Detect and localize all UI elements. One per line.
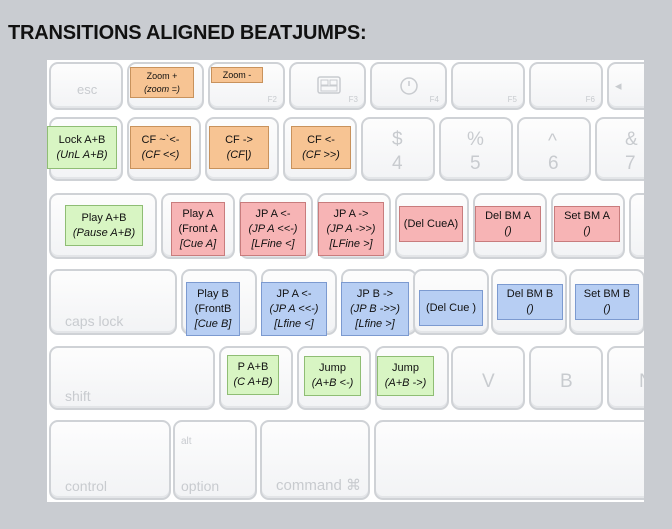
key-label: V — [482, 371, 495, 392]
key-label: ^ — [548, 131, 557, 152]
key-label: N — [639, 371, 644, 393]
jump-fwd-label: Jump (A+B ->) — [377, 356, 434, 396]
key-label: F5 — [507, 95, 517, 104]
key-6[interactable]: ^ 6 — [517, 117, 591, 181]
key-command[interactable]: command ⌘ — [260, 420, 370, 500]
key-f5[interactable]: F5 — [451, 62, 525, 110]
key-v[interactable]: V — [451, 346, 525, 410]
key-4[interactable]: $ 4 — [361, 117, 435, 181]
key-b[interactable]: B — [529, 346, 603, 410]
key-7[interactable]: & 7 — [595, 117, 644, 181]
key-label: $ — [392, 129, 403, 150]
key-esc[interactable]: esc — [49, 62, 123, 110]
key-label: B — [560, 371, 573, 392]
page-title: TRANSITIONS ALIGNED BEATJUMPS: — [8, 22, 367, 44]
key-f3[interactable]: F3 — [289, 62, 366, 110]
cf-mid-label: CF ~`<- (CF <<) — [130, 126, 191, 169]
key-label: 7 — [625, 153, 636, 174]
play-b-label: Play B (FrontB [Cue B] — [186, 282, 240, 336]
del-cue-a-label: (Del CueA) — [399, 206, 463, 242]
key-label: command ⌘ — [276, 477, 362, 494]
key-control[interactable]: control — [49, 420, 171, 500]
p-ab-label: P A+B (C A+B) — [227, 355, 279, 395]
jp-a-fwd-label: JP A -> (JP A ->>) [LFine >] — [318, 202, 384, 256]
set-bm-b-label: Set BM B () — [575, 284, 639, 320]
key-f7[interactable]: ◂ — [607, 62, 644, 110]
dashboard-icon — [399, 76, 419, 101]
key-label: F6 — [585, 95, 595, 104]
cf-right-label: CF -> (CF|) — [209, 126, 269, 169]
key-label: 6 — [548, 153, 559, 174]
key-label: option — [181, 478, 220, 494]
zoom-plus-label: Zoom + (zoom =) — [130, 67, 194, 98]
key-space[interactable] — [374, 420, 644, 500]
key-5[interactable]: % 5 — [439, 117, 513, 181]
key-u[interactable] — [629, 193, 644, 259]
key-label: F4 — [429, 95, 439, 104]
expose-icon — [317, 76, 341, 99]
play-a-label: Play A (Front A [Cue A] — [171, 202, 225, 256]
play-ab-label: Play A+B (Pause A+B) — [65, 205, 143, 246]
jump-back-label: Jump (A+B <-) — [304, 356, 361, 396]
key-label: & — [625, 129, 638, 150]
jp-b-fwd-label: JP B -> (JP B ->>) [Lfine >] — [341, 282, 409, 336]
del-cue-b-label: (Del Cue ) — [419, 290, 483, 326]
key-label: shift — [65, 388, 91, 404]
key-label: F2 — [267, 95, 277, 104]
key-label: 5 — [470, 153, 481, 174]
key-shift[interactable]: shift — [49, 346, 215, 410]
keyboard: esc F2 F3 F4 F5 F6 ◂ $ 4 % 5 ^ 6 & 7 cap… — [47, 60, 644, 502]
key-label: alt — [181, 436, 192, 447]
zoom-minus-label: Zoom - — [211, 67, 263, 83]
key-option[interactable]: alt option — [173, 420, 257, 500]
jp-a-back-label: JP A <- (JP A <<-) [LFine <] — [240, 202, 306, 256]
key-label: caps lock — [65, 313, 124, 329]
key-caps-lock[interactable]: caps lock — [49, 269, 177, 335]
del-bm-b-label: Del BM B () — [497, 284, 563, 320]
key-label: control — [65, 478, 108, 494]
set-bm-a-label: Set BM A () — [554, 206, 620, 242]
key-label: F3 — [348, 95, 358, 104]
key-f4[interactable]: F4 — [370, 62, 447, 110]
key-label: 4 — [392, 153, 403, 174]
key-n[interactable]: N — [607, 346, 644, 410]
key-f6[interactable]: F6 — [529, 62, 603, 110]
jp-b-back-label: JP A <- (JP A <<-) [Lfine <] — [261, 282, 327, 336]
key-label: % — [467, 129, 484, 150]
cf-left-label: CF <- (CF >>) — [291, 126, 351, 169]
key-label: esc — [77, 82, 98, 97]
lock-ab-label: Lock A+B (UnL A+B) — [47, 126, 117, 169]
del-bm-a-label: Del BM A () — [475, 206, 541, 242]
rewind-icon: ◂ — [615, 78, 622, 93]
